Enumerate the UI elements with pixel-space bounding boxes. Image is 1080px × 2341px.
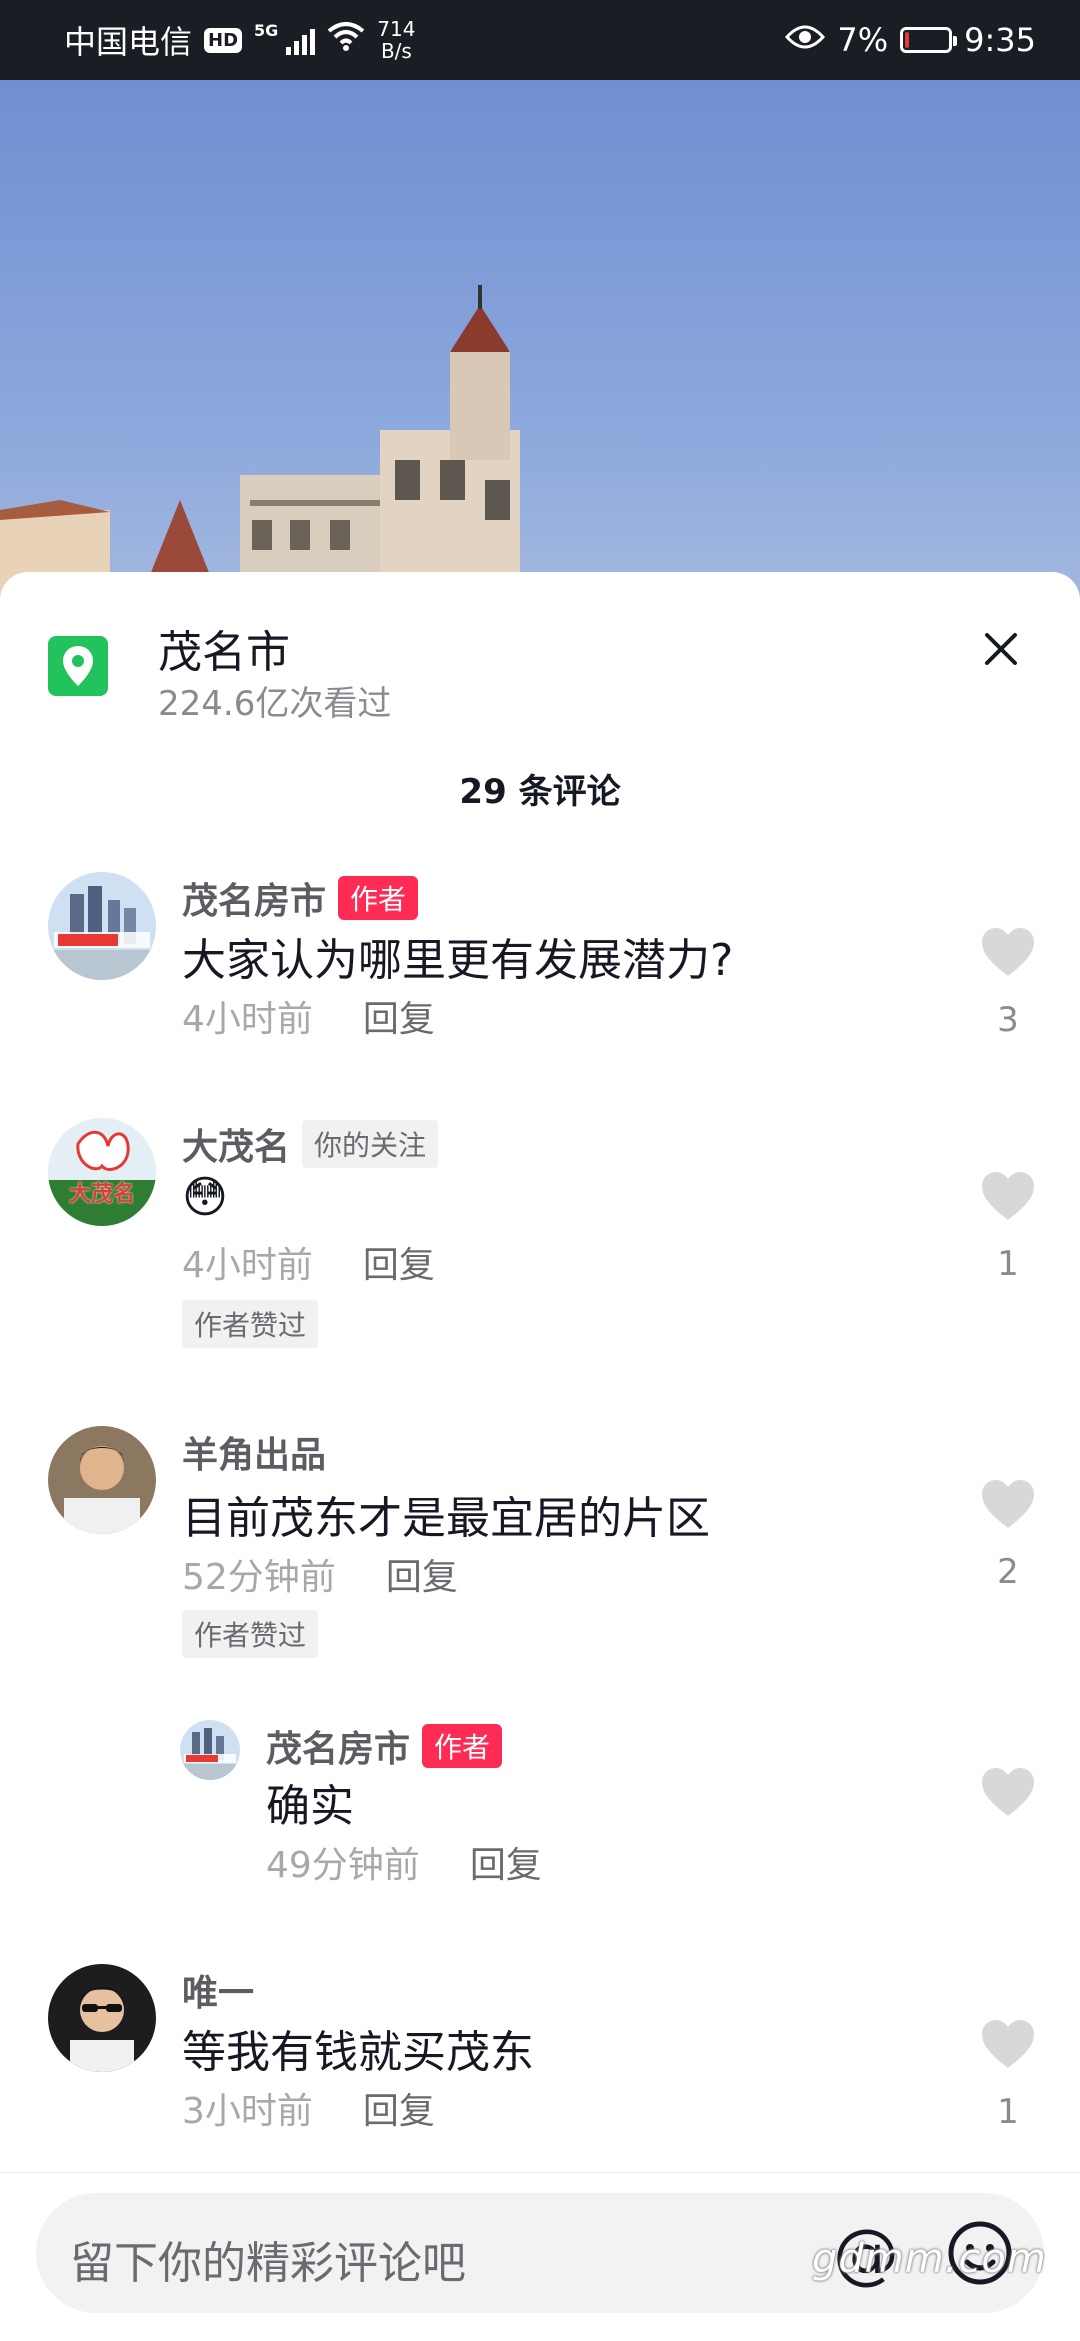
- network-speed: 714 B/s: [377, 18, 415, 62]
- comment-time: 52分钟前: [182, 1557, 336, 1598]
- heart-icon: [982, 1172, 1034, 1220]
- comment-meta: 52分钟前 回复: [182, 1548, 458, 1600]
- location-row[interactable]: 茂名市 224.6亿次看过: [0, 572, 1080, 732]
- location-views: 224.6亿次看过: [158, 684, 392, 724]
- avatar[interactable]: [48, 872, 156, 980]
- network-type: 5G: [254, 20, 279, 40]
- comment-time: 4小时前: [182, 999, 313, 1040]
- eye-icon: [785, 21, 826, 59]
- like-count: 1: [997, 2092, 1019, 2132]
- avatar-text: 大茂名: [68, 1182, 135, 1207]
- speed-value: 714: [377, 17, 416, 41]
- author-liked-badge: 作者赞过: [182, 1300, 319, 1348]
- location-pin-icon: [48, 636, 108, 696]
- signal-icon: [286, 25, 316, 55]
- author-liked-badge: 作者赞过: [182, 1610, 319, 1658]
- battery-icon: [900, 27, 958, 53]
- close-button[interactable]: [968, 616, 1034, 682]
- reply-button[interactable]: 回复: [470, 1836, 542, 1888]
- avatar[interactable]: [48, 1964, 156, 2072]
- like-button[interactable]: 1: [976, 1172, 1040, 1284]
- follow-tag: 你的关注: [302, 1120, 439, 1168]
- clock: 9:35: [964, 21, 1036, 59]
- avatar[interactable]: [48, 1426, 156, 1534]
- comment-text[interactable]: 等我有钱就买茂东: [182, 2016, 534, 2080]
- author-tag: 作者: [338, 876, 419, 920]
- reply-button[interactable]: 回复: [363, 2082, 435, 2134]
- close-icon: [985, 633, 1017, 665]
- reply-button[interactable]: 回复: [386, 1548, 458, 1600]
- input-placeholder: 留下你的精彩评论吧: [70, 2238, 466, 2289]
- heart-icon: [982, 1480, 1034, 1528]
- video-background[interactable]: [0, 80, 1080, 600]
- watermark: gdmm.com: [812, 2236, 1047, 2282]
- username[interactable]: 唯一: [182, 1964, 254, 2016]
- buildings-image: [0, 285, 520, 600]
- avatar[interactable]: [180, 1720, 240, 1780]
- speed-unit: B/s: [380, 39, 412, 63]
- hd-icon: HD: [204, 27, 243, 53]
- username[interactable]: 羊角出品: [182, 1426, 326, 1478]
- heart-icon: [982, 2020, 1034, 2068]
- location-name: 茂名市: [158, 627, 290, 678]
- heart-icon: [982, 928, 1034, 976]
- comment-meta: 4小时前 回复: [182, 990, 435, 1042]
- username[interactable]: 大茂名: [182, 1118, 290, 1170]
- carrier-label: 中国电信: [64, 23, 193, 61]
- comment-text[interactable]: 😳: [182, 1172, 228, 1223]
- comment-meta: 4小时前 回复: [182, 1236, 435, 1288]
- like-count: 2: [997, 1552, 1019, 1592]
- like-button[interactable]: 1: [976, 2020, 1040, 2132]
- reply-meta: 49分钟前 回复: [266, 1836, 542, 1888]
- username[interactable]: 茂名房市: [182, 872, 326, 924]
- heart-icon: [982, 1768, 1034, 1816]
- comment-meta: 3小时前 回复: [182, 2082, 435, 2134]
- comment-text[interactable]: 大家认为哪里更有发展潜力?: [182, 924, 733, 988]
- reply-text[interactable]: 确实: [266, 1770, 354, 1834]
- reply-header: 茂名房市 作者: [266, 1720, 503, 1772]
- reply-button[interactable]: 回复: [363, 1236, 435, 1288]
- comment-header: 大茂名 你的关注: [182, 1118, 439, 1170]
- battery-percent: 7%: [837, 21, 889, 59]
- comment-header: 茂名房市 作者: [182, 872, 419, 924]
- status-bar: 中国电信 HD 5G 714 B/s 7% 9:35: [0, 0, 1080, 80]
- wifi-icon: [327, 21, 365, 59]
- like-button[interactable]: 3: [976, 928, 1040, 1040]
- comment-time: 3小时前: [182, 2091, 313, 2132]
- username[interactable]: 茂名房市: [266, 1720, 410, 1772]
- like-count: 1: [997, 1244, 1019, 1284]
- comment-sheet: 茂名市 224.6亿次看过 29 条评论 茂名房市 作者 大家认为哪里更有发展潜…: [0, 572, 1080, 2340]
- avatar[interactable]: 大茂名: [48, 1118, 156, 1226]
- comment-header: 羊角出品: [182, 1426, 326, 1478]
- comment-count: 29 条评论: [459, 772, 621, 812]
- like-button[interactable]: [976, 1768, 1040, 1818]
- comment-time: 49分钟前: [266, 1845, 420, 1886]
- like-button[interactable]: 2: [976, 1480, 1040, 1592]
- like-count: 3: [997, 1000, 1019, 1040]
- comment-header: 唯一: [182, 1964, 254, 2016]
- reply-button[interactable]: 回复: [363, 990, 435, 1042]
- comment-text[interactable]: 目前茂东才是最宜居的片区: [182, 1482, 710, 1546]
- comment-time: 4小时前: [182, 1245, 313, 1286]
- author-tag: 作者: [422, 1724, 503, 1768]
